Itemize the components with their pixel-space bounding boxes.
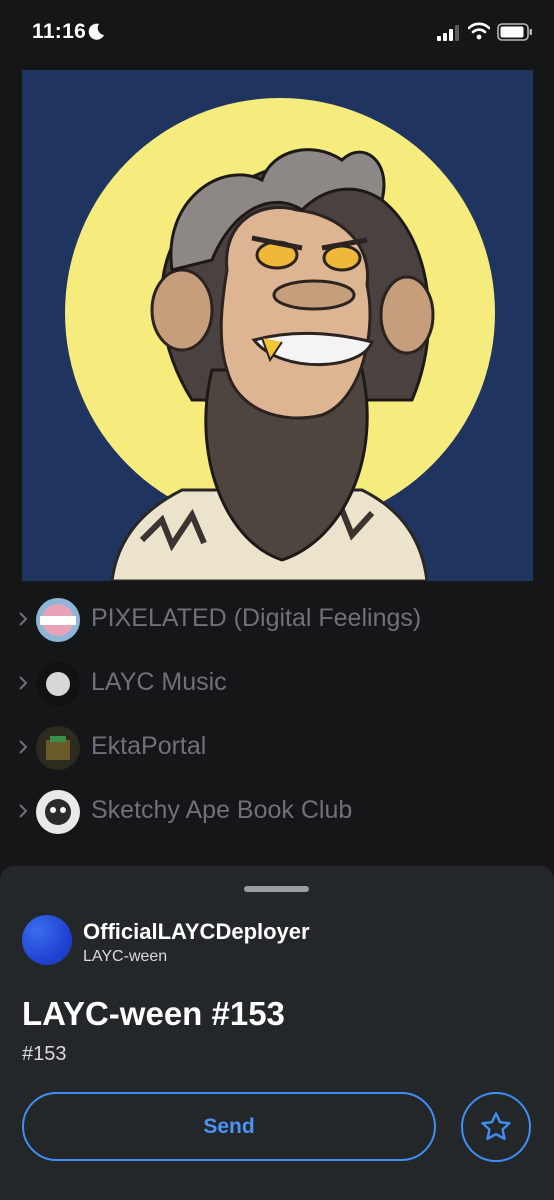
moon-icon xyxy=(88,23,104,40)
nft-title: LAYC-ween #153 xyxy=(22,995,285,1032)
owner-collection-name: LAYC-ween xyxy=(83,948,168,965)
chevron-right-icon xyxy=(19,612,28,626)
ape-portrait-illustration xyxy=(22,70,533,581)
battery-icon xyxy=(497,23,532,41)
collection-row-layc-music[interactable]: LAYC Music xyxy=(0,656,554,720)
collection-label: LAYC Music xyxy=(91,668,227,696)
owner-avatar[interactable] xyxy=(22,915,72,965)
collection-avatar xyxy=(36,726,80,770)
collection-row-pixelated[interactable]: PIXELATED (Digital Feelings) xyxy=(0,592,554,656)
collection-label: PIXELATED (Digital Feelings) xyxy=(91,604,422,632)
collection-row-ektaportal[interactable]: EktaPortal xyxy=(0,720,554,784)
send-button[interactable]: Send xyxy=(22,1092,436,1161)
nft-token-number: #153 xyxy=(22,1043,67,1065)
status-time: 11:16 xyxy=(32,20,87,43)
nft-detail-sheet: OfficialLAYCDeployer LAYC-ween LAYC-ween… xyxy=(0,866,554,1200)
chevron-right-icon xyxy=(19,804,28,818)
collection-label: EktaPortal xyxy=(91,732,207,760)
collection-avatar xyxy=(36,598,80,642)
collection-avatar xyxy=(36,790,80,834)
collection-avatar xyxy=(36,662,80,706)
star-icon xyxy=(481,1112,511,1141)
wifi-icon xyxy=(468,22,490,40)
favorite-button[interactable] xyxy=(461,1092,531,1162)
collection-label: Sketchy Ape Book Club xyxy=(91,796,353,824)
chevron-right-icon xyxy=(19,676,28,690)
status-bar: 11:16 xyxy=(0,0,554,66)
nft-image[interactable] xyxy=(22,70,533,581)
chevron-right-icon xyxy=(19,740,28,754)
drag-handle[interactable] xyxy=(244,886,309,892)
owner-name[interactable]: OfficialLAYCDeployer xyxy=(83,919,310,945)
collection-row-sketchy-ape[interactable]: Sketchy Ape Book Club xyxy=(0,784,554,848)
cellular-signal-icon xyxy=(437,25,459,41)
